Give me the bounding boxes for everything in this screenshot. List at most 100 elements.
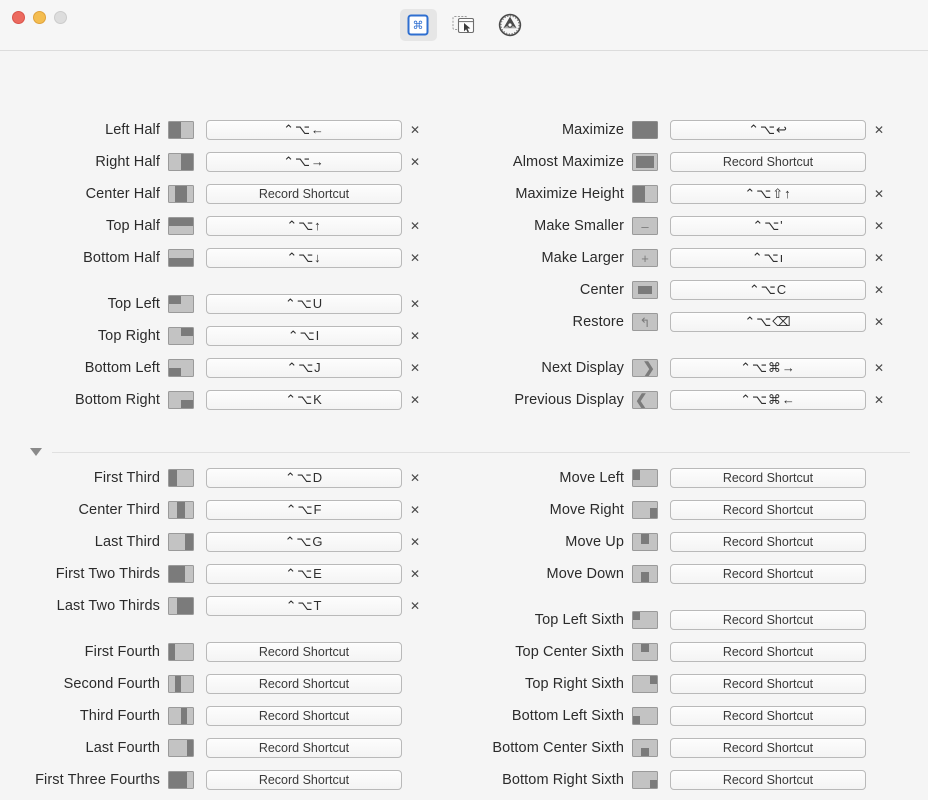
maximize-icon [632, 121, 658, 139]
shortcut-recorder-button[interactable]: Record Shortcut [670, 642, 866, 662]
shortcut-recorder-group: ⌃⌥C ✕ [670, 280, 892, 300]
clear-shortcut-button[interactable]: ✕ [866, 216, 892, 236]
shortcut-recorder-button[interactable]: Record Shortcut [670, 738, 866, 758]
thumb-region [169, 122, 181, 138]
clear-shortcut-button[interactable]: ✕ [402, 468, 428, 488]
shortcut-recorder-button[interactable]: ⌃⌥→ [206, 152, 402, 172]
shortcut-recorder-button[interactable]: ⌃⌥D [206, 468, 402, 488]
action-label: Top Right Sixth [524, 676, 624, 692]
shortcut-row: Previous Display ❮ ⌃⌥⌘← ✕ [464, 384, 928, 416]
shortcut-recorder-button[interactable]: ⌃⌥G [206, 532, 402, 552]
shortcut-recorder-button[interactable]: ⌃⌥⌫ [670, 312, 866, 332]
clear-shortcut-button[interactable]: ✕ [402, 248, 428, 268]
clear-shortcut-button[interactable]: ✕ [402, 390, 428, 410]
clear-shortcut-button[interactable]: ✕ [402, 564, 428, 584]
shortcut-recorder-button[interactable]: Record Shortcut [670, 610, 866, 630]
record-shortcut-placeholder: Record Shortcut [722, 155, 814, 169]
clear-shortcut-button[interactable]: ✕ [402, 532, 428, 552]
shortcut-row: Maximize ⌃⌥↩ ✕ [464, 114, 928, 146]
clear-shortcut-button[interactable]: ✕ [402, 596, 428, 616]
shortcut-recorder-button[interactable]: ⌃⌥← [206, 120, 402, 140]
shortcut-recorder-button[interactable]: ⌃⌥⌘← [670, 390, 866, 410]
shortcut-recorder-button[interactable]: ⌃⌥↑ [206, 216, 402, 236]
shortcut-keys: ⌃⌥⌫ [744, 314, 792, 329]
shortcut-recorder-button[interactable]: Record Shortcut [206, 674, 402, 694]
action-label: First Two Thirds [55, 566, 160, 582]
shortcut-recorder-button[interactable]: Record Shortcut [206, 770, 402, 790]
shortcut-recorder-button[interactable]: ⌃⌥I [206, 326, 402, 346]
action-label: Bottom Right [74, 392, 160, 408]
half-right-icon [168, 153, 194, 171]
shortcuts-tab[interactable]: ⌘ [399, 9, 437, 41]
shortcut-recorder-button[interactable]: Record Shortcut [670, 564, 866, 584]
record-shortcut-placeholder: Record Shortcut [722, 709, 814, 723]
shortcut-recorder-button[interactable]: ⌃⌥J [206, 358, 402, 378]
shortcut-recorder-button[interactable]: ⌃⌥F [206, 500, 402, 520]
clear-shortcut-button[interactable]: ✕ [866, 248, 892, 268]
shortcut-recorder-button[interactable]: Record Shortcut [670, 500, 866, 520]
shortcut-recorder-button[interactable]: ⌃⌥' [670, 216, 866, 236]
clear-shortcut-button[interactable]: ✕ [402, 120, 428, 140]
shortcut-recorder-group: ⌃⌥T ✕ [206, 596, 428, 616]
action-label: Left Half [105, 122, 160, 138]
shortcut-recorder-button[interactable]: Record Shortcut [206, 642, 402, 662]
close-window-button[interactable] [12, 11, 25, 24]
shortcut-recorder-button[interactable]: Record Shortcut [670, 532, 866, 552]
clear-shortcut-button[interactable]: ✕ [402, 294, 428, 314]
zoom-window-button[interactable] [54, 11, 67, 24]
action-label: Move Up [565, 534, 624, 550]
record-shortcut-placeholder: Record Shortcut [258, 187, 350, 201]
clear-shortcut-button[interactable]: ✕ [866, 312, 892, 332]
clear-shortcut-button[interactable]: ✕ [402, 326, 428, 346]
record-shortcut-placeholder: Record Shortcut [722, 773, 814, 787]
snap-areas-tab[interactable] [446, 9, 483, 41]
shortcut-recorder-button[interactable]: ⌃⌥K [206, 390, 402, 410]
shortcut-recorder-button[interactable]: ⌃⌥⇧↑ [670, 184, 866, 204]
shortcut-recorder-group: ⌃⌥⌘→ ✕ [670, 358, 892, 378]
clear-shortcut-button[interactable]: ✕ [866, 390, 892, 410]
shortcut-recorder-button[interactable]: ⌃⌥↓ [206, 248, 402, 268]
shortcut-recorder-button[interactable]: ⌃⌥ı [670, 248, 866, 268]
shortcut-recorder-button[interactable]: Record Shortcut [670, 770, 866, 790]
action-label: Bottom Right Sixth [502, 772, 624, 788]
clear-shortcut-button[interactable]: ✕ [402, 152, 428, 172]
shortcut-row: Top Left Sixth Record Shortcut✕ [464, 604, 928, 636]
traffic-lights [12, 11, 67, 24]
shortcut-recorder-button[interactable]: Record Shortcut [206, 706, 402, 726]
clear-shortcut-button[interactable]: ✕ [866, 184, 892, 204]
half-top-icon [168, 217, 194, 235]
shortcut-recorder-button[interactable]: Record Shortcut [670, 152, 866, 172]
shortcut-recorder-button[interactable]: Record Shortcut [206, 184, 402, 204]
clear-shortcut-button[interactable]: ✕ [402, 358, 428, 378]
sixth-bottom-left-icon [632, 707, 658, 725]
settings-tab[interactable] [492, 9, 529, 41]
shortcut-recorder-button[interactable]: ⌃⌥E [206, 564, 402, 584]
shortcut-row: Last Two Thirds ⌃⌥T ✕ [0, 590, 464, 622]
shortcut-recorder-button[interactable]: Record Shortcut [670, 674, 866, 694]
shortcut-recorder-group: Record Shortcut✕ [206, 184, 428, 204]
minimize-window-button[interactable] [33, 11, 46, 24]
record-shortcut-placeholder: Record Shortcut [722, 677, 814, 691]
action-label: Center [579, 282, 624, 298]
shortcut-recorder-button[interactable]: ⌃⌥T [206, 596, 402, 616]
shortcut-recorder-button[interactable]: Record Shortcut [670, 468, 866, 488]
disclosure-triangle-icon[interactable] [30, 448, 42, 456]
shortcut-recorder-button[interactable]: Record Shortcut [206, 738, 402, 758]
shortcut-row: Top Right Sixth Record Shortcut✕ [464, 668, 928, 700]
clear-shortcut-button[interactable]: ✕ [402, 216, 428, 236]
shortcut-recorder-button[interactable]: ⌃⌥↩ [670, 120, 866, 140]
shortcut-recorder-button[interactable]: ⌃⌥C [670, 280, 866, 300]
clear-shortcut-button[interactable]: ✕ [866, 280, 892, 300]
shortcut-recorder-button[interactable]: ⌃⌥U [206, 294, 402, 314]
shortcut-recorder-button[interactable]: Record Shortcut [670, 706, 866, 726]
shortcut-row: Make Larger + ⌃⌥ı ✕ [464, 242, 928, 274]
shortcut-row: Bottom Left Sixth Record Shortcut✕ [464, 700, 928, 732]
clear-shortcut-button[interactable]: ✕ [866, 358, 892, 378]
thumb-region [181, 328, 193, 336]
action-label: Restore [572, 314, 624, 330]
shortcut-recorder-button[interactable]: ⌃⌥⌘→ [670, 358, 866, 378]
clear-shortcut-button[interactable]: ✕ [866, 120, 892, 140]
shortcut-row: Left Half ⌃⌥← ✕ [0, 114, 464, 146]
clear-shortcut-button[interactable]: ✕ [402, 500, 428, 520]
shortcut-row: First Two Thirds ⌃⌥E ✕ [0, 558, 464, 590]
